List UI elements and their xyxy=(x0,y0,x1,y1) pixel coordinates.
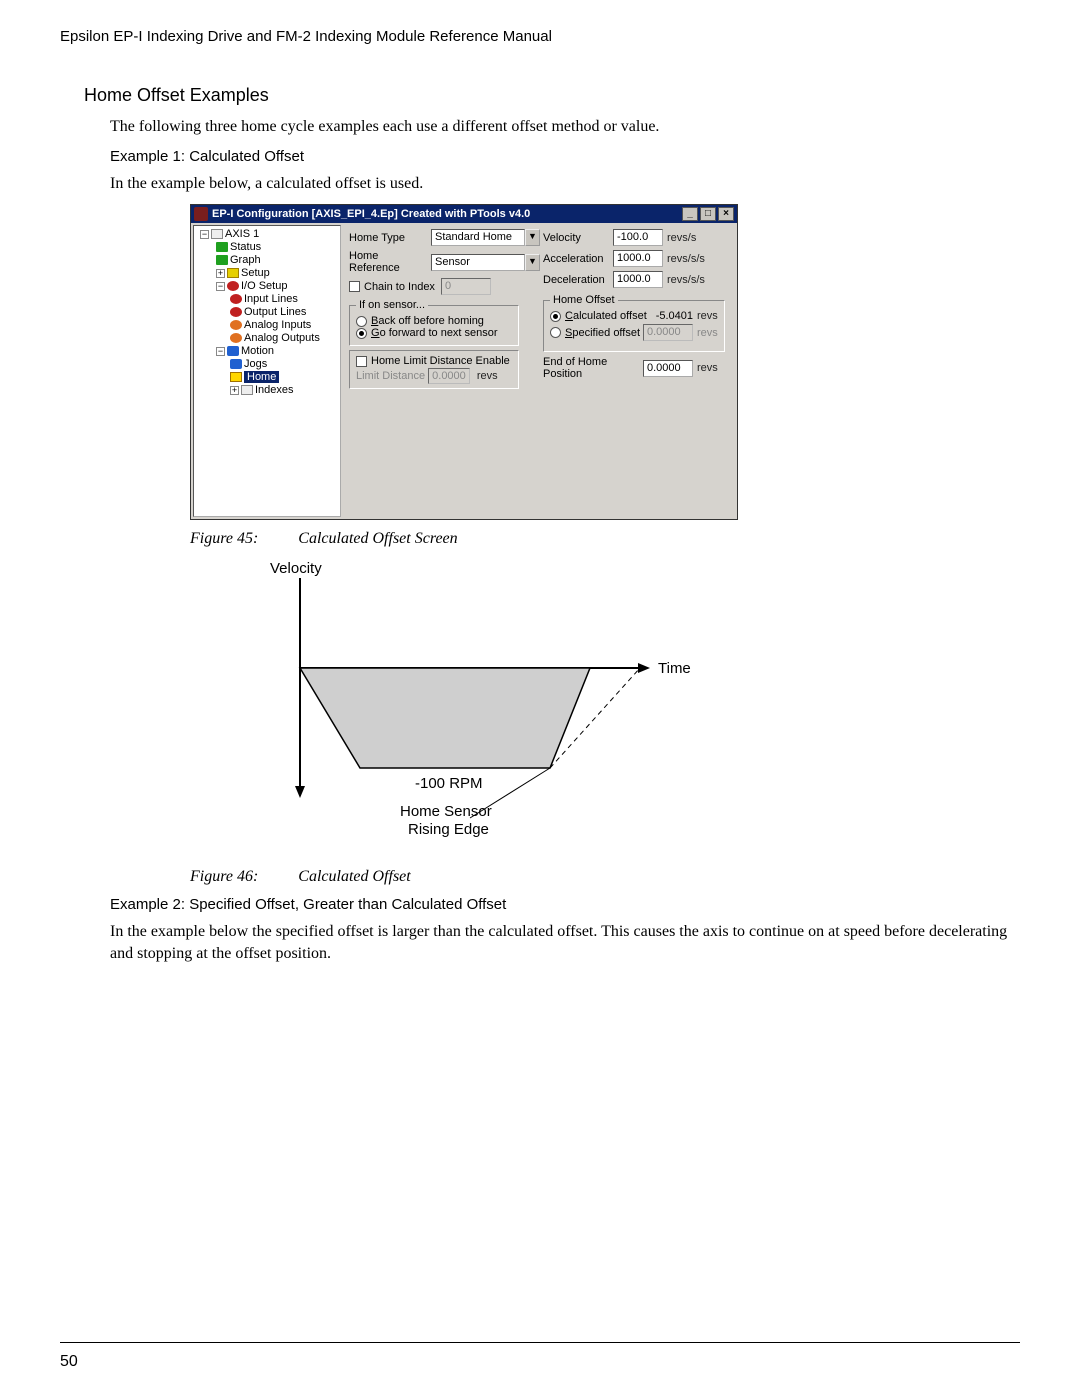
home-type-label: Home Type xyxy=(349,232,431,244)
velocity-axis-label: Velocity xyxy=(270,560,322,577)
backoff-label: BBack off before homingack off before ho… xyxy=(371,315,484,327)
tree-iosetup[interactable]: −I/O Setup xyxy=(196,280,338,293)
home-ref-select[interactable]: Sensor ▼ xyxy=(431,254,540,271)
form-pane: Home Type Standard Home ▼ Home Reference… xyxy=(343,223,737,519)
limit-enable-checkbox[interactable] xyxy=(356,356,367,367)
tree-analog-outputs[interactable]: Analog Outputs xyxy=(196,332,338,345)
accel-label: Acceleration xyxy=(543,253,613,265)
inlines-icon xyxy=(230,294,242,304)
limit-enable-label: Home Limit Distance Enable xyxy=(371,355,510,367)
backoff-radio[interactable] xyxy=(356,316,367,327)
decel-input[interactable]: 1000.0 xyxy=(613,271,663,288)
calc-offset-unit: revs xyxy=(697,310,718,322)
limit-distance-value: 0.0000 xyxy=(428,368,470,384)
chain-checkbox[interactable] xyxy=(349,281,360,292)
time-axis-label: Time xyxy=(658,660,691,677)
home-icon xyxy=(230,372,242,382)
calc-offset-label: Calculated offset xyxy=(565,310,651,322)
app-icon xyxy=(194,207,208,221)
home-offset-legend: Home Offset xyxy=(550,294,618,306)
velocity-input[interactable]: -100.0 xyxy=(613,229,663,246)
expand-icon[interactable]: + xyxy=(230,386,239,395)
figure-45-caption: Figure 45:Calculated Offset Screen xyxy=(190,530,1020,548)
spec-offset-value: 0.0000 xyxy=(643,324,693,341)
collapse-icon[interactable]: − xyxy=(200,230,209,239)
tree-status[interactable]: Status xyxy=(196,241,338,254)
home-type-select[interactable]: Standard Home ▼ xyxy=(431,229,540,246)
tree-input-lines[interactable]: Input Lines xyxy=(196,293,338,306)
minimize-button[interactable]: _ xyxy=(682,207,698,221)
page-number: 50 xyxy=(60,1353,78,1371)
chain-value: 0 xyxy=(441,278,491,295)
goforward-radio[interactable] xyxy=(356,328,367,339)
velocity-diagram: Velocity Time -100 RPM Home Sensor Risin… xyxy=(240,558,740,858)
tree-motion[interactable]: −Motion xyxy=(196,345,338,358)
spec-offset-unit: revs xyxy=(697,327,718,339)
example-2-label: Example 2: Specified Offset, Greater tha… xyxy=(110,896,1020,913)
event-label-1: Home Sensor xyxy=(400,803,492,820)
calc-offset-value: -5.0401 xyxy=(651,310,693,322)
anout-icon xyxy=(230,333,242,343)
close-button[interactable]: × xyxy=(718,207,734,221)
chain-label: Chain to Index xyxy=(364,281,435,293)
config-window: EP-I Configuration [AXIS_EPI_4.Ep] Creat… xyxy=(190,204,738,520)
home-ref-label: Home Reference xyxy=(349,250,431,274)
end-pos-label: End of Home Position xyxy=(543,356,643,380)
example-1-label: Example 1: Calculated Offset xyxy=(110,148,1020,165)
tree-home[interactable]: Home xyxy=(196,371,338,384)
anin-icon xyxy=(230,320,242,330)
tree-setup[interactable]: +Setup xyxy=(196,267,338,280)
speed-label: -100 RPM xyxy=(415,775,483,792)
tree-indexes[interactable]: +Indexes xyxy=(196,384,338,397)
if-on-sensor-legend: If on sensor... xyxy=(356,299,428,311)
collapse-icon[interactable]: − xyxy=(216,282,225,291)
window-title: EP-I Configuration [AXIS_EPI_4.Ep] Creat… xyxy=(212,208,530,220)
axis-icon xyxy=(211,229,223,239)
limit-distance-unit: revs xyxy=(477,370,498,382)
window-titlebar[interactable]: EP-I Configuration [AXIS_EPI_4.Ep] Creat… xyxy=(191,205,737,223)
accel-input[interactable]: 1000.0 xyxy=(613,250,663,267)
example-1-text: In the example below, a calculated offse… xyxy=(110,173,1020,195)
example-2-text: In the example below the specified offse… xyxy=(110,921,1020,964)
spec-offset-radio[interactable] xyxy=(550,327,561,338)
velocity-label: Velocity xyxy=(543,232,613,244)
limit-distance-label: Limit Distance xyxy=(356,370,425,382)
jogs-icon xyxy=(230,359,242,369)
outlines-icon xyxy=(230,307,242,317)
decel-label: Deceleration xyxy=(543,274,613,286)
velocity-unit: revs/s xyxy=(667,232,696,244)
goforward-label: Go forward to next sensor xyxy=(371,327,498,339)
tree-output-lines[interactable]: Output Lines xyxy=(196,306,338,319)
chevron-down-icon[interactable]: ▼ xyxy=(525,254,540,271)
decel-unit: revs/s/s xyxy=(667,274,705,286)
calc-offset-radio[interactable] xyxy=(550,311,561,322)
running-head: Epsilon EP-I Indexing Drive and FM-2 Ind… xyxy=(60,28,1020,45)
graph-icon xyxy=(216,255,228,265)
tree-analog-inputs[interactable]: Analog Inputs xyxy=(196,319,338,332)
expand-icon[interactable]: + xyxy=(216,269,225,278)
tree-pane[interactable]: −AXIS 1 Status Graph +Setup −I/O Setup I… xyxy=(193,225,341,517)
intro-text: The following three home cycle examples … xyxy=(110,116,1020,138)
end-pos-input[interactable]: 0.0000 xyxy=(643,360,693,377)
chevron-down-icon[interactable]: ▼ xyxy=(525,229,540,246)
section-heading: Home Offset Examples xyxy=(84,85,1020,106)
maximize-button[interactable]: □ xyxy=(700,207,716,221)
tree-jogs[interactable]: Jogs xyxy=(196,358,338,371)
tree-axis[interactable]: −AXIS 1 xyxy=(196,228,338,241)
figure-46-caption: Figure 46:Calculated Offset xyxy=(190,868,1020,886)
motion-icon xyxy=(227,346,239,356)
accel-unit: revs/s/s xyxy=(667,253,705,265)
collapse-icon[interactable]: − xyxy=(216,347,225,356)
end-pos-unit: revs xyxy=(697,362,718,374)
indexes-icon xyxy=(241,385,253,395)
footer-rule xyxy=(60,1342,1020,1343)
tree-graph[interactable]: Graph xyxy=(196,254,338,267)
setup-icon xyxy=(227,268,239,278)
status-icon xyxy=(216,242,228,252)
event-label-2: Rising Edge xyxy=(408,821,489,838)
iosetup-icon xyxy=(227,281,239,291)
spec-offset-label: Specified offset xyxy=(565,327,643,339)
